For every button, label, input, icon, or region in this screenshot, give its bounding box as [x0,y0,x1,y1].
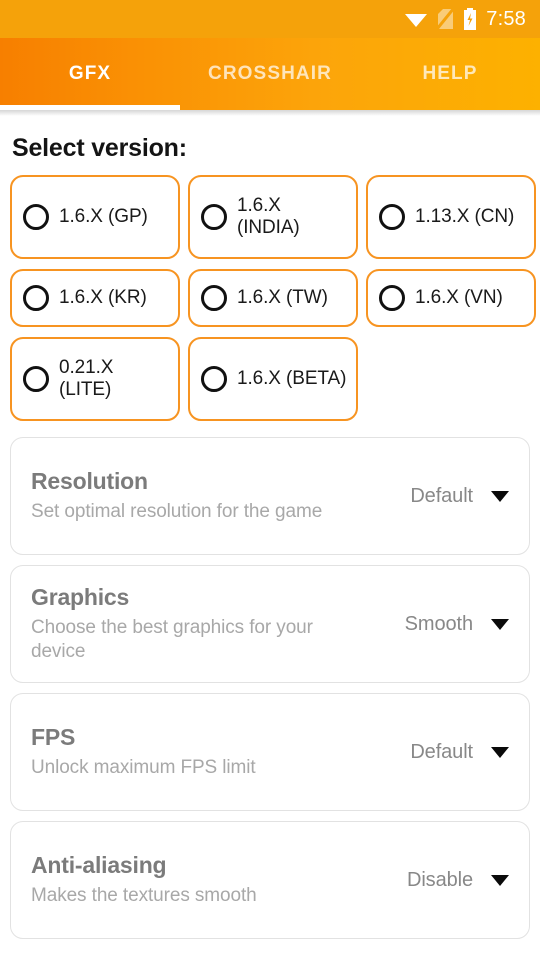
version-option-kr[interactable]: 1.6.X (KR) [10,269,180,327]
wifi-icon [404,9,428,29]
page-title: Select version: [12,134,187,162]
gfx-panel: Select version: 1.6.X (GP) 1.6.X (INDIA)… [0,116,540,939]
version-option-cn[interactable]: 1.13.X (CN) [366,175,536,259]
resolution-dropdown[interactable]: Default [410,485,515,508]
version-option-gp[interactable]: 1.6.X (GP) [10,175,180,259]
graphics-dropdown[interactable]: Smooth [405,613,515,636]
version-option-lite[interactable]: 0.21.X (LITE) [10,337,180,421]
setting-card-fps[interactable]: FPS Unlock maximum FPS limit Default [10,693,530,811]
setting-value: Default [410,740,473,763]
setting-value: Default [410,484,473,507]
version-option-label: 1.6.X (GP) [59,205,148,227]
setting-card-graphics[interactable]: Graphics Choose the best graphics for yo… [10,565,530,683]
radio-icon[interactable] [379,204,405,230]
version-option-label: 1.6.X (VN) [415,286,503,308]
version-option-label: 1.6.X (BETA) [237,367,347,389]
setting-card-text: Graphics Choose the best graphics for yo… [31,584,405,665]
chevron-down-icon[interactable] [491,874,509,886]
version-option-india[interactable]: 1.6.X (INDIA) [188,175,358,259]
tab-active-indicator [0,105,180,110]
chevron-down-icon[interactable] [491,618,509,630]
radio-icon[interactable] [379,285,405,311]
tab-help-label: HELP [422,63,478,84]
no-sim-icon [437,8,455,30]
anti-aliasing-dropdown[interactable]: Disable [407,869,515,892]
setting-description: Makes the textures smooth [31,884,257,906]
setting-title: Graphics [31,583,130,610]
tab-help[interactable]: HELP [360,38,540,110]
setting-description: Unlock maximum FPS limit [31,756,256,778]
version-option-label: 1.6.X (TW) [237,286,328,308]
version-option-label: 1.6.X (INDIA) [237,194,300,238]
settings-list: Resolution Set optimal resolution for th… [0,421,540,939]
version-选择-group: 1.6.X (GP) 1.6.X (INDIA) 1.13.X (CN) 1.6… [0,163,540,421]
radio-icon[interactable] [201,366,227,392]
radio-icon[interactable] [23,204,49,230]
tab-crosshair[interactable]: CROSSHAIR [180,38,360,110]
version-option-label: 0.21.X (LITE) [59,356,114,400]
setting-description: Choose the best graphics for your device [31,616,313,662]
version-option-vn[interactable]: 1.6.X (VN) [366,269,536,327]
setting-title: FPS [31,723,76,750]
chevron-down-icon[interactable] [491,490,509,502]
setting-title: Resolution [31,467,148,494]
setting-card-text: Resolution Set optimal resolution for th… [31,468,410,524]
radio-icon[interactable] [201,285,227,311]
setting-card-resolution[interactable]: Resolution Set optimal resolution for th… [10,437,530,555]
version-option-beta[interactable]: 1.6.X (BETA) [188,337,358,421]
setting-card-text: Anti-aliasing Makes the textures smooth [31,852,407,908]
setting-value: Disable [407,868,473,891]
radio-icon[interactable] [23,366,49,392]
version-option-tw[interactable]: 1.6.X (TW) [188,269,358,327]
version-option-label: 1.13.X (CN) [415,205,515,227]
setting-value: Smooth [404,612,473,635]
version-option-label: 1.6.X (KR) [59,286,147,308]
tab-gfx[interactable]: GFX [0,38,180,110]
setting-card-anti-aliasing[interactable]: Anti-aliasing Makes the textures smooth … [10,821,530,939]
setting-title: Anti-aliasing [31,851,167,878]
chevron-down-icon[interactable] [491,746,509,758]
setting-card-text: FPS Unlock maximum FPS limit [31,724,410,780]
tab-crosshair-label: CROSSHAIR [208,63,332,84]
tab-gfx-label: GFX [68,63,112,84]
fps-dropdown[interactable]: Default [410,741,515,764]
status-bar: 7:58 [0,0,540,38]
tab-bar: GFX CROSSHAIR HELP [0,38,540,110]
battery-charging-icon [463,8,477,30]
status-time: 7:58 [486,7,526,30]
radio-icon[interactable] [201,204,227,230]
setting-description: Set optimal resolution for the game [31,500,323,522]
radio-icon[interactable] [23,285,49,311]
